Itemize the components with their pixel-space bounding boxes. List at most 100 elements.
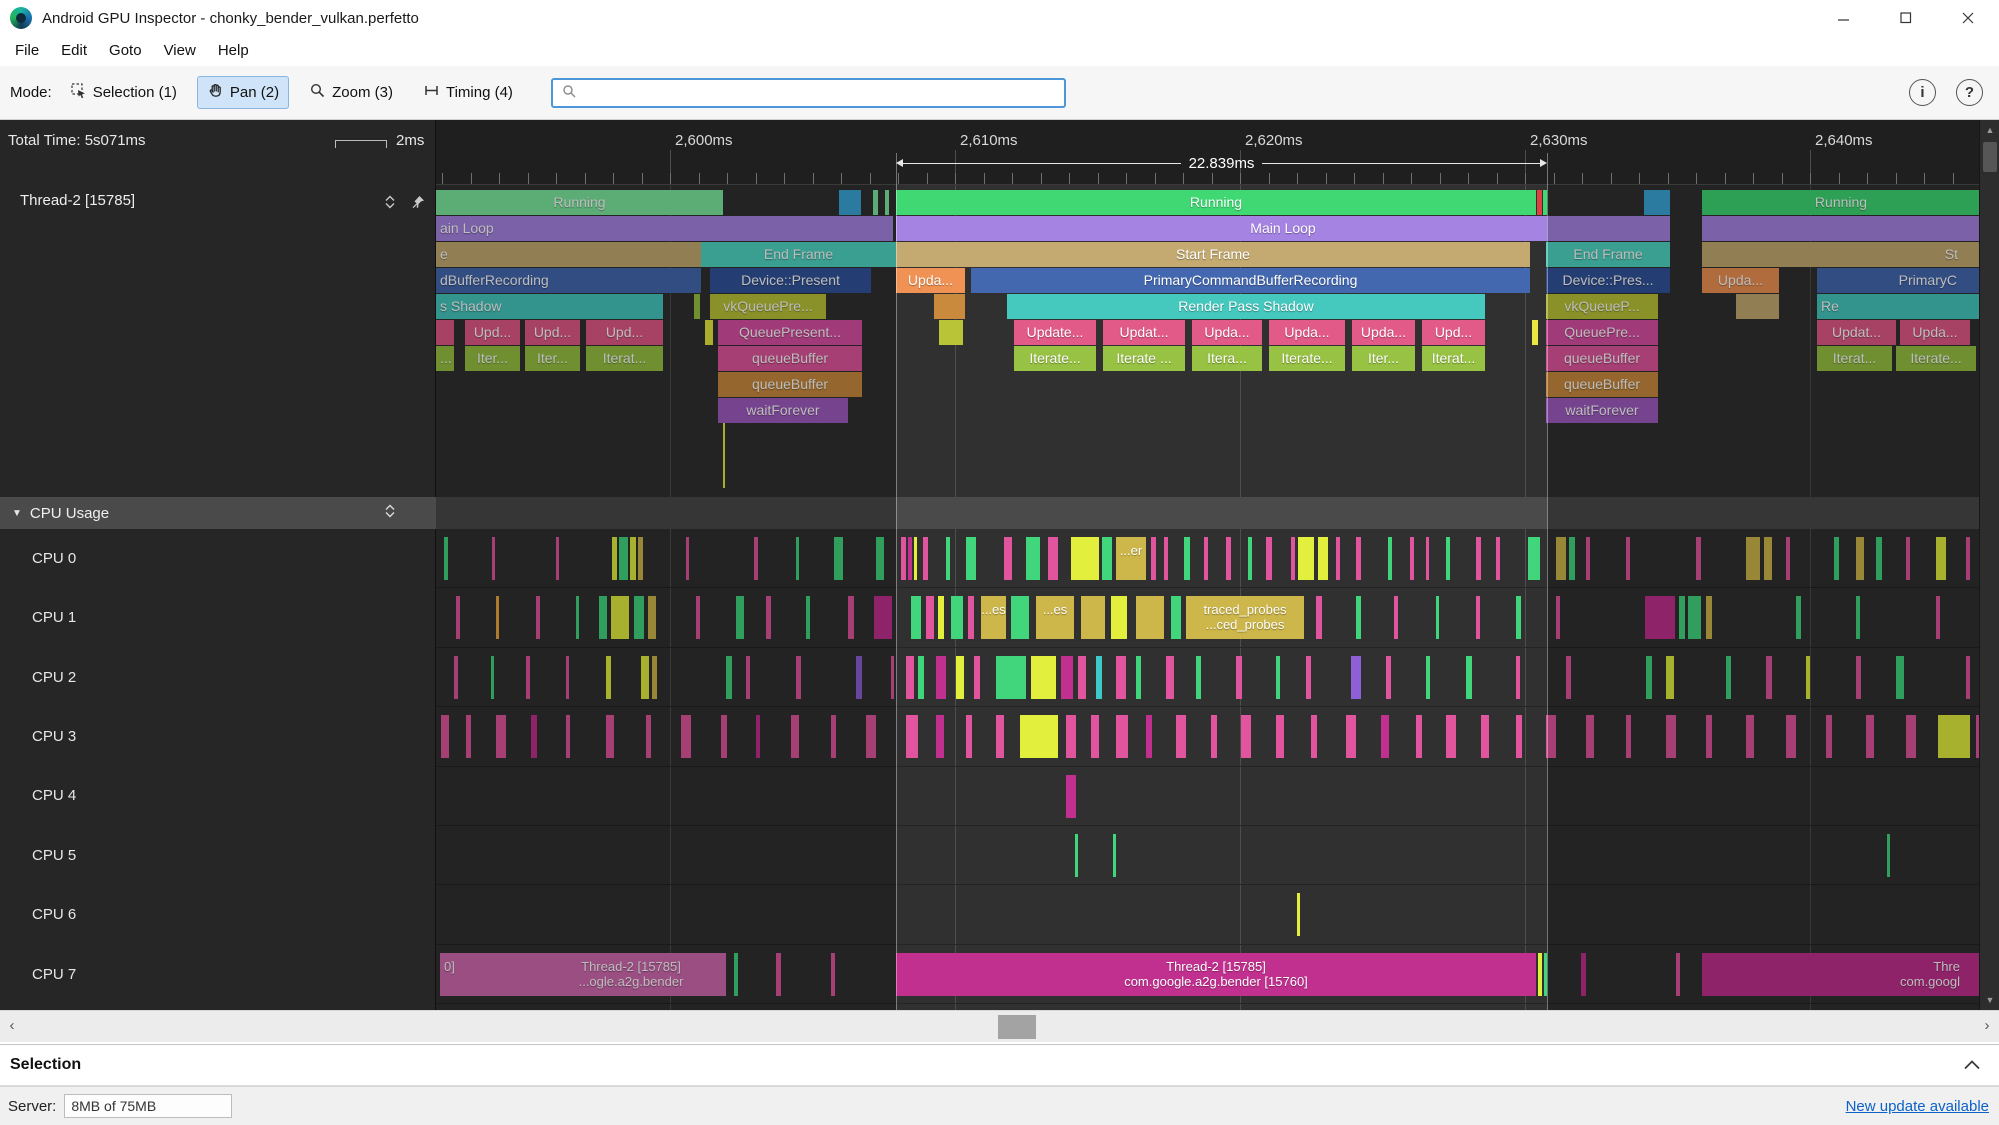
cpu-slice[interactable] <box>531 715 537 759</box>
cpu-slice[interactable] <box>1311 715 1317 759</box>
scroll-up-icon[interactable]: ▲ <box>1980 122 1999 138</box>
cpu-slice[interactable] <box>1936 596 1940 640</box>
cpu-slice[interactable]: Thread-2 [15785] com.google.a2g.bender [1… <box>896 952 1536 996</box>
cpu-slice[interactable] <box>1346 715 1356 759</box>
cpu-slice[interactable] <box>1298 537 1314 580</box>
cpu-slice[interactable] <box>1381 715 1389 759</box>
cpu-slice[interactable] <box>806 596 810 640</box>
cpu-slice[interactable] <box>721 715 727 759</box>
cpu-slice[interactable] <box>754 537 758 580</box>
cpu-slice[interactable] <box>776 952 781 996</box>
cpu-slice[interactable] <box>1248 537 1252 580</box>
cpu-slice[interactable] <box>1416 715 1422 759</box>
cpu-slice[interactable] <box>1746 537 1760 580</box>
selection-mode-button[interactable]: Selection (1) <box>60 76 187 109</box>
cpu-slice[interactable] <box>906 715 918 759</box>
cpu-slice[interactable] <box>1075 834 1078 877</box>
cpu-slice[interactable] <box>1528 537 1540 580</box>
cpu-slice[interactable] <box>641 655 649 699</box>
cpu-slice[interactable] <box>911 596 921 640</box>
horizontal-scrollbar-thumb[interactable] <box>998 1015 1036 1039</box>
cpu-slice[interactable] <box>1856 596 1860 640</box>
cpu-slice[interactable] <box>1226 537 1231 580</box>
cpu-slice[interactable] <box>496 596 499 640</box>
cpu-slice[interactable] <box>938 596 944 640</box>
cpu-slice[interactable] <box>914 537 917 580</box>
cpu-slice[interactable] <box>444 537 448 580</box>
cpu-usage-header[interactable]: ▼ CPU Usage <box>0 497 436 529</box>
cpu-slice[interactable] <box>996 715 1004 759</box>
cpu-slice[interactable] <box>1856 655 1861 699</box>
help-button[interactable]: ? <box>1956 79 1983 106</box>
scroll-down-icon[interactable]: ▼ <box>1980 992 1999 1008</box>
cpu-slice[interactable] <box>796 537 799 580</box>
info-button[interactable]: i <box>1909 79 1936 106</box>
cpu-slice[interactable] <box>1116 655 1126 699</box>
timeline[interactable]: 22.839ms Running Running Running ain Loop Ma… <box>436 120 1979 1010</box>
cpu-slice[interactable]: Thread-2 [15785] ...ogle.a2g.bender <box>536 952 726 996</box>
cpu-slice[interactable] <box>1566 655 1571 699</box>
cpu-slice[interactable] <box>1496 537 1500 580</box>
cpu-slice[interactable] <box>1426 537 1429 580</box>
cpu-slice[interactable] <box>1586 715 1594 759</box>
cpu-slice[interactable] <box>901 537 906 580</box>
cpu-slice[interactable] <box>1666 655 1674 699</box>
cpu-slice[interactable] <box>1806 655 1810 699</box>
cpu-slice[interactable] <box>1356 537 1361 580</box>
cpu-slice[interactable] <box>1066 774 1076 818</box>
cpu-slice[interactable]: ...es <box>1036 596 1074 640</box>
cpu-slice[interactable] <box>1164 537 1168 580</box>
cpu-slice[interactable] <box>1796 596 1801 640</box>
cpu-slice[interactable] <box>1061 655 1073 699</box>
cpu-slice[interactable]: traced_probes ...ced_probes <box>1186 596 1304 640</box>
cpu-slice[interactable] <box>1696 537 1701 580</box>
cpu-slice[interactable] <box>606 715 614 759</box>
cpu-slice[interactable] <box>923 537 928 580</box>
cpu-slice[interactable] <box>1388 537 1392 580</box>
cpu-slice[interactable] <box>1679 596 1685 640</box>
cpu-slice[interactable] <box>1184 537 1190 580</box>
menu-file[interactable]: File <box>4 36 50 66</box>
update-available-link[interactable]: New update available <box>1846 1098 1989 1115</box>
search-input[interactable] <box>582 80 1064 105</box>
scroll-left-icon[interactable]: ‹ <box>0 1011 24 1043</box>
cpu-slice[interactable] <box>496 715 506 759</box>
cpu-slice[interactable] <box>966 537 976 580</box>
cpu-slice[interactable] <box>634 596 644 640</box>
cpu-slice[interactable] <box>926 596 934 640</box>
cpu-slice[interactable] <box>956 655 964 699</box>
menu-view[interactable]: View <box>153 36 207 66</box>
cpu-slice[interactable] <box>866 715 876 759</box>
pan-mode-button[interactable]: Pan (2) <box>196 76 290 109</box>
cpu-slice[interactable] <box>1666 715 1676 759</box>
cpu-slice[interactable] <box>1426 655 1430 699</box>
cpu-slice[interactable] <box>936 655 946 699</box>
cpu-slice[interactable] <box>946 537 950 580</box>
cpu-slice[interactable] <box>1276 655 1280 699</box>
timing-mode-button[interactable]: Timing (4) <box>413 76 523 109</box>
cpu-slice[interactable] <box>646 715 651 759</box>
cpu-slice[interactable] <box>831 715 836 759</box>
cpu-slice[interactable] <box>1071 537 1099 580</box>
cpu-slice[interactable]: ...es <box>981 596 1006 640</box>
cpu-slice[interactable] <box>652 655 657 699</box>
cpu-slice[interactable] <box>1966 655 1970 699</box>
collapse-track-icon[interactable] <box>380 192 400 212</box>
cpu-slice[interactable] <box>1171 596 1181 640</box>
cpu-slice[interactable] <box>1906 537 1910 580</box>
cpu-slice[interactable] <box>1211 715 1217 759</box>
pin-track-icon[interactable] <box>408 192 428 212</box>
scroll-right-icon[interactable]: › <box>1975 1011 1999 1043</box>
cpu-slice[interactable] <box>454 655 458 699</box>
cpu-slice[interactable] <box>526 655 530 699</box>
cpu-slice[interactable]: ...er <box>1116 537 1146 580</box>
cpu-slice[interactable] <box>746 655 750 699</box>
cpu-slice[interactable] <box>1516 655 1520 699</box>
cpu-slice[interactable] <box>1136 655 1141 699</box>
cpu-slice[interactable] <box>1538 952 1542 996</box>
cpu-slice[interactable] <box>726 655 732 699</box>
cpu-slice[interactable] <box>951 596 963 640</box>
cpu-slice[interactable] <box>1066 715 1076 759</box>
cpu-slice[interactable] <box>1746 715 1754 759</box>
chevron-up-icon[interactable] <box>1963 1057 1981 1074</box>
